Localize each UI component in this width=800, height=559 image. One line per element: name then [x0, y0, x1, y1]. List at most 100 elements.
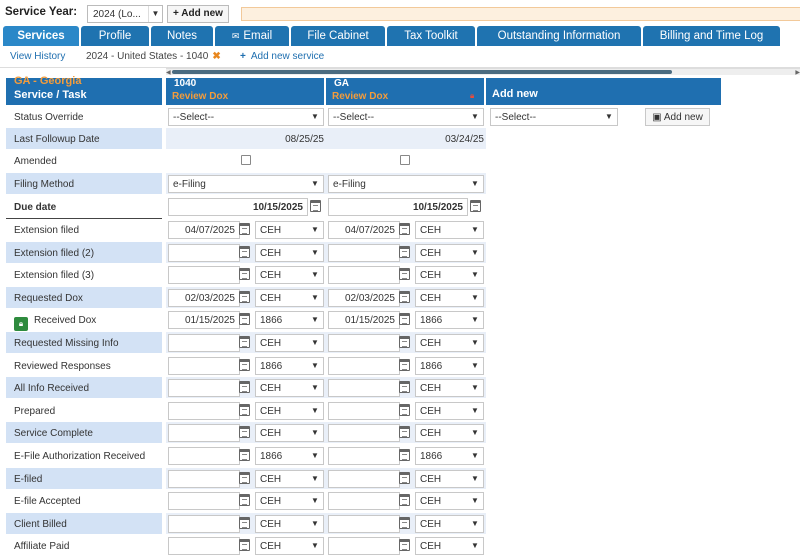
- scroll-thumb[interactable]: [172, 70, 672, 74]
- tab-tax-toolkit[interactable]: Tax Toolkit: [387, 26, 475, 46]
- calendar-icon[interactable]: [399, 359, 410, 371]
- calendar-icon[interactable]: [399, 336, 410, 348]
- calendar-icon[interactable]: [399, 539, 410, 551]
- task-user-select-ga[interactable]: 1866 ▼: [415, 357, 484, 375]
- task-date-ga[interactable]: [328, 424, 400, 442]
- filing-method-select-1040[interactable]: e-Filing ▼: [168, 175, 324, 193]
- task-user-select-1040[interactable]: CEH ▼: [255, 470, 324, 488]
- task-date-1040[interactable]: 01/15/2025: [168, 311, 240, 329]
- calendar-icon[interactable]: [239, 268, 250, 280]
- task-user-select-1040[interactable]: 1866 ▼: [255, 311, 324, 329]
- tab-email[interactable]: ✉ Email: [215, 26, 289, 46]
- task-user-select-ga[interactable]: CEH ▼: [415, 289, 484, 307]
- task-user-select-1040[interactable]: CEH ▼: [255, 266, 324, 284]
- task-date-1040[interactable]: [168, 357, 240, 375]
- task-date-ga[interactable]: [328, 537, 400, 555]
- task-date-ga[interactable]: [328, 379, 400, 397]
- task-user-select-1040[interactable]: CEH ▼: [255, 244, 324, 262]
- calendar-icon[interactable]: [239, 494, 250, 506]
- task-date-1040[interactable]: [168, 447, 240, 465]
- task-date-1040[interactable]: [168, 424, 240, 442]
- tab-file-cabinet[interactable]: File Cabinet: [291, 26, 385, 46]
- task-user-select-ga[interactable]: CEH ▼: [415, 470, 484, 488]
- tab-profile[interactable]: Profile: [81, 26, 149, 46]
- task-user-select-ga[interactable]: CEH ▼: [415, 221, 484, 239]
- task-user-select-ga[interactable]: CEH ▼: [415, 244, 484, 262]
- calendar-icon[interactable]: [399, 426, 410, 438]
- status-override-select-ga[interactable]: --Select-- ▼: [328, 108, 484, 126]
- task-user-select-1040[interactable]: CEH ▼: [255, 537, 324, 555]
- calendar-icon[interactable]: [399, 223, 410, 235]
- calendar-icon[interactable]: [470, 200, 481, 212]
- tab-outstanding-information[interactable]: Outstanding Information: [477, 26, 641, 46]
- scroll-left-icon[interactable]: ◀: [166, 69, 171, 76]
- task-date-ga[interactable]: [328, 357, 400, 375]
- calendar-icon[interactable]: [399, 268, 410, 280]
- task-date-ga[interactable]: [328, 402, 400, 420]
- task-user-select-ga[interactable]: CEH ▼: [415, 492, 484, 510]
- calendar-icon[interactable]: [399, 494, 410, 506]
- task-date-ga[interactable]: 04/07/2025: [328, 221, 400, 239]
- add-new-year-button[interactable]: + Add new: [167, 5, 229, 23]
- scroll-right-icon[interactable]: ▶: [795, 69, 800, 76]
- task-date-ga[interactable]: [328, 334, 400, 352]
- add-new-service-button[interactable]: ▣ Add new: [645, 108, 710, 126]
- view-history-link[interactable]: View History: [10, 51, 65, 62]
- calendar-icon[interactable]: [239, 472, 250, 484]
- column-status[interactable]: Review Dox: [172, 91, 228, 102]
- due-date-1040[interactable]: 10/15/2025: [168, 198, 308, 216]
- task-user-select-ga[interactable]: 1866 ▼: [415, 311, 484, 329]
- calendar-icon[interactable]: [399, 517, 410, 529]
- task-user-select-ga[interactable]: CEH ▼: [415, 402, 484, 420]
- task-date-ga[interactable]: [328, 470, 400, 488]
- service-year-select[interactable]: 2024 (Lo... ▼: [87, 5, 163, 23]
- task-date-ga[interactable]: [328, 515, 400, 533]
- task-date-ga[interactable]: [328, 492, 400, 510]
- calendar-icon[interactable]: [239, 291, 250, 303]
- task-user-select-ga[interactable]: 1866 ▼: [415, 447, 484, 465]
- calendar-icon[interactable]: [310, 200, 321, 212]
- task-date-1040[interactable]: [168, 334, 240, 352]
- task-date-ga[interactable]: 01/15/2025: [328, 311, 400, 329]
- task-user-select-ga[interactable]: CEH ▼: [415, 266, 484, 284]
- task-date-1040[interactable]: [168, 266, 240, 284]
- calendar-icon[interactable]: [239, 359, 250, 371]
- calendar-icon[interactable]: [399, 404, 410, 416]
- task-user-select-1040[interactable]: CEH ▼: [255, 402, 324, 420]
- calendar-icon[interactable]: [399, 449, 410, 461]
- close-icon[interactable]: ✖: [212, 51, 220, 62]
- calendar-icon[interactable]: [239, 313, 250, 325]
- calendar-icon[interactable]: [399, 381, 410, 393]
- task-date-1040[interactable]: [168, 515, 240, 533]
- add-new-service-select[interactable]: --Select-- ▼: [490, 108, 618, 126]
- filing-method-select-ga[interactable]: e-Filing ▼: [328, 175, 484, 193]
- status-override-select-1040[interactable]: --Select-- ▼: [168, 108, 324, 126]
- task-user-select-1040[interactable]: 1866 ▼: [255, 357, 324, 375]
- task-date-1040[interactable]: [168, 244, 240, 262]
- horizontal-scrollbar[interactable]: ◀ ▶: [166, 68, 800, 76]
- calendar-icon[interactable]: [239, 381, 250, 393]
- task-user-select-1040[interactable]: CEH ▼: [255, 379, 324, 397]
- task-user-select-1040[interactable]: CEH ▼: [255, 289, 324, 307]
- task-user-select-ga[interactable]: CEH ▼: [415, 424, 484, 442]
- current-service-tab[interactable]: 2024 - United States - 1040 ✖: [86, 51, 221, 62]
- task-date-1040[interactable]: [168, 402, 240, 420]
- task-user-select-1040[interactable]: 1866 ▼: [255, 447, 324, 465]
- add-new-service-link[interactable]: + Add new service: [240, 51, 324, 62]
- calendar-icon[interactable]: [239, 426, 250, 438]
- task-date-ga[interactable]: [328, 447, 400, 465]
- task-date-ga[interactable]: 02/03/2025: [328, 289, 400, 307]
- calendar-icon[interactable]: [399, 291, 410, 303]
- calendar-icon[interactable]: [239, 404, 250, 416]
- lock-icon[interactable]: 🔒︎: [14, 317, 28, 331]
- task-date-ga[interactable]: [328, 244, 400, 262]
- calendar-icon[interactable]: [239, 449, 250, 461]
- task-user-select-1040[interactable]: CEH ▼: [255, 515, 324, 533]
- calendar-icon[interactable]: [239, 246, 250, 258]
- calendar-icon[interactable]: [239, 539, 250, 551]
- task-date-1040[interactable]: [168, 537, 240, 555]
- task-date-1040[interactable]: [168, 492, 240, 510]
- task-date-1040[interactable]: [168, 470, 240, 488]
- calendar-icon[interactable]: [399, 246, 410, 258]
- task-user-select-1040[interactable]: CEH ▼: [255, 334, 324, 352]
